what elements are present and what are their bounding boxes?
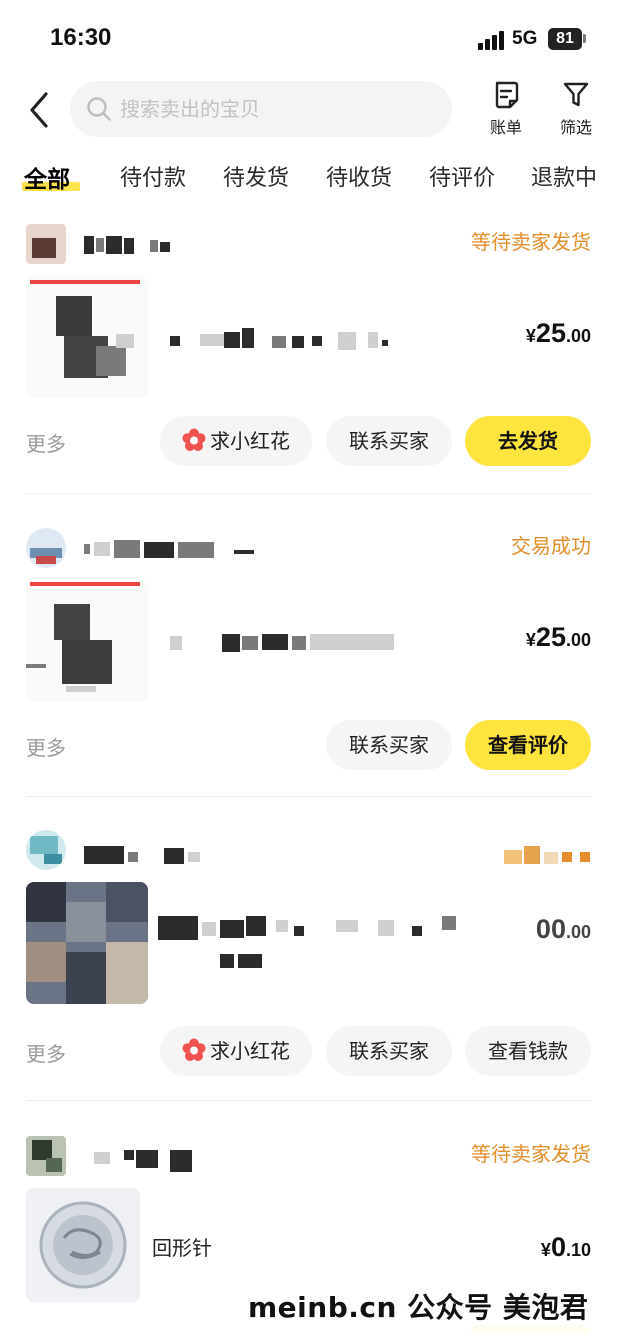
product-title-blurred[interactable] xyxy=(158,916,478,976)
order-status: 等待卖家发货 xyxy=(471,230,591,254)
contact-buyer-button[interactable]: 联系买家 xyxy=(326,1026,452,1076)
bill-label: 账单 xyxy=(489,118,522,137)
product-thumbnail[interactable] xyxy=(26,882,148,1004)
network-type: 5G xyxy=(512,28,538,49)
order-divider xyxy=(26,493,591,494)
buyer-name-blurred[interactable] xyxy=(84,842,204,866)
buyer-avatar[interactable] xyxy=(26,528,66,568)
product-title-blurred[interactable] xyxy=(170,630,400,654)
more-link[interactable]: 更多 xyxy=(26,428,66,457)
view-payment-button[interactable]: 查看钱款 xyxy=(465,1026,591,1076)
tab-refunding[interactable]: 退款中 xyxy=(531,160,597,192)
buyer-name-blurred[interactable] xyxy=(84,536,264,560)
flower-icon xyxy=(182,1038,206,1061)
tab-to-review[interactable]: 待评价 xyxy=(429,160,495,192)
order-status-blurred xyxy=(504,846,594,866)
filter-label: 筛选 xyxy=(559,118,592,137)
order-tabs: 全部 待付款 待发货 待收货 待评价 退款中 xyxy=(0,154,617,202)
signal-icon xyxy=(478,30,506,50)
product-title[interactable]: 回形针 xyxy=(152,1232,212,1261)
order-status: 交易成功 xyxy=(511,534,591,558)
buyer-avatar[interactable] xyxy=(26,1136,66,1176)
status-time: 16:30 xyxy=(50,24,112,51)
contact-buyer-button[interactable]: 联系买家 xyxy=(326,720,452,770)
search-bar[interactable] xyxy=(70,81,452,137)
tab-to-receive[interactable]: 待收货 xyxy=(326,160,392,192)
bill-icon xyxy=(495,81,519,109)
order-card: 交易成功 ¥25.00 更多 联系买家 查看评价 xyxy=(0,518,617,798)
view-review-button[interactable]: 查看评价 xyxy=(465,720,591,770)
tab-to-pay[interactable]: 待付款 xyxy=(120,160,186,192)
order-card: 00.00 更多 求小红花 联系买家 查看钱款 xyxy=(0,822,617,1102)
more-link[interactable]: 更多 xyxy=(26,732,66,761)
order-price: ¥25.00 xyxy=(525,318,591,348)
order-status: 等待卖家发货 xyxy=(471,1142,591,1166)
order-price: 00.00 xyxy=(535,914,591,944)
paperclip-box-image xyxy=(39,1201,127,1289)
watermark-text: meinb.cn 公众号 美泡君 xyxy=(248,1291,589,1324)
ask-flower-button[interactable]: 求小红花 xyxy=(160,1026,312,1076)
flower-icon xyxy=(182,428,206,451)
order-divider xyxy=(26,796,591,797)
buyer-avatar[interactable] xyxy=(26,224,66,264)
product-title-blurred[interactable] xyxy=(116,326,396,350)
buyer-avatar[interactable] xyxy=(26,830,66,870)
back-button[interactable] xyxy=(22,88,62,132)
more-link[interactable]: 更多 xyxy=(26,1038,66,1067)
status-bar: 16:30 5G 81 xyxy=(0,0,617,78)
order-price: ¥0.10 xyxy=(540,1232,591,1262)
tab-to-ship[interactable]: 待发货 xyxy=(223,160,289,192)
order-card: 等待卖家发货 ¥25.00 更多 求小红花 联系买家 去发货 xyxy=(0,214,617,494)
battery-tip xyxy=(583,34,586,43)
search-input[interactable] xyxy=(120,81,440,137)
ask-flower-button[interactable]: 求小红花 xyxy=(160,416,312,466)
tab-all[interactable]: 全部 xyxy=(24,160,70,194)
filter-icon xyxy=(563,82,589,107)
buyer-name-blurred[interactable] xyxy=(84,232,174,256)
contact-buyer-button[interactable]: 联系买家 xyxy=(326,416,452,466)
chevron-left-icon xyxy=(30,92,48,128)
product-thumbnail[interactable] xyxy=(26,580,148,702)
ship-button[interactable]: 去发货 xyxy=(465,416,591,466)
bill-button[interactable]: 账单 xyxy=(481,80,531,142)
order-price: ¥25.00 xyxy=(525,622,591,652)
product-thumbnail[interactable] xyxy=(26,1188,140,1302)
buyer-name-blurred[interactable] xyxy=(94,1144,204,1172)
filter-button[interactable]: 筛选 xyxy=(551,80,601,142)
order-divider xyxy=(26,1100,591,1101)
battery-icon: 81 xyxy=(548,28,582,50)
search-icon xyxy=(87,97,111,121)
